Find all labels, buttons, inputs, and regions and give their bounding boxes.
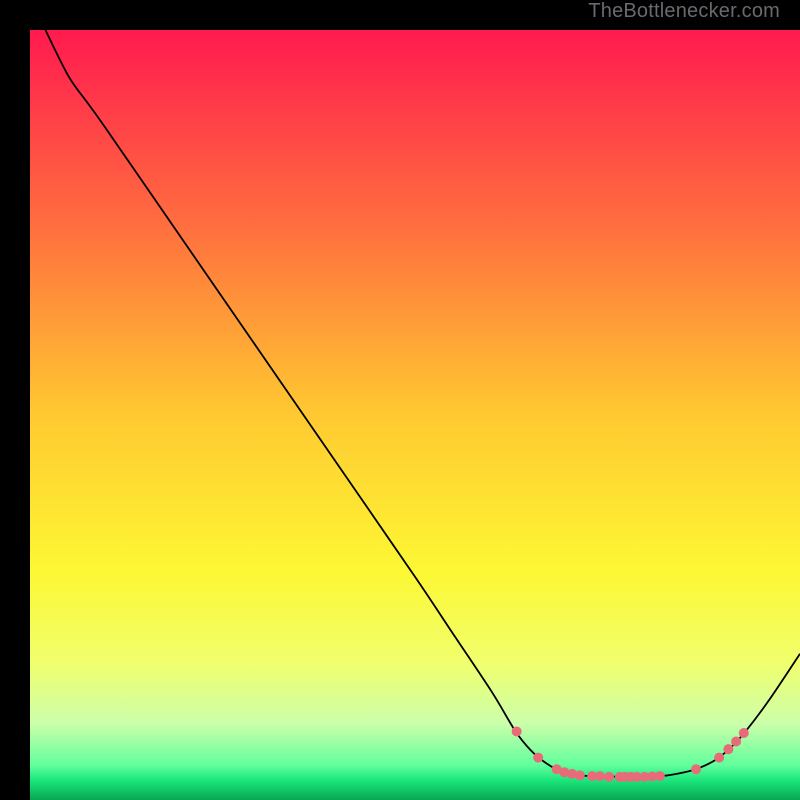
data-marker bbox=[595, 771, 605, 781]
bottleneck-chart bbox=[30, 30, 800, 800]
data-marker bbox=[655, 771, 665, 781]
data-marker bbox=[575, 770, 585, 780]
data-marker bbox=[739, 728, 749, 738]
data-marker bbox=[691, 764, 701, 774]
data-marker bbox=[723, 744, 733, 754]
data-marker bbox=[604, 772, 614, 782]
data-marker bbox=[533, 753, 543, 763]
watermark-text: TheBottlenecker.com bbox=[588, 0, 780, 23]
chart-frame bbox=[15, 15, 785, 785]
data-marker bbox=[512, 726, 522, 736]
data-marker bbox=[714, 753, 724, 763]
gradient-background bbox=[30, 30, 800, 800]
data-marker bbox=[731, 736, 741, 746]
